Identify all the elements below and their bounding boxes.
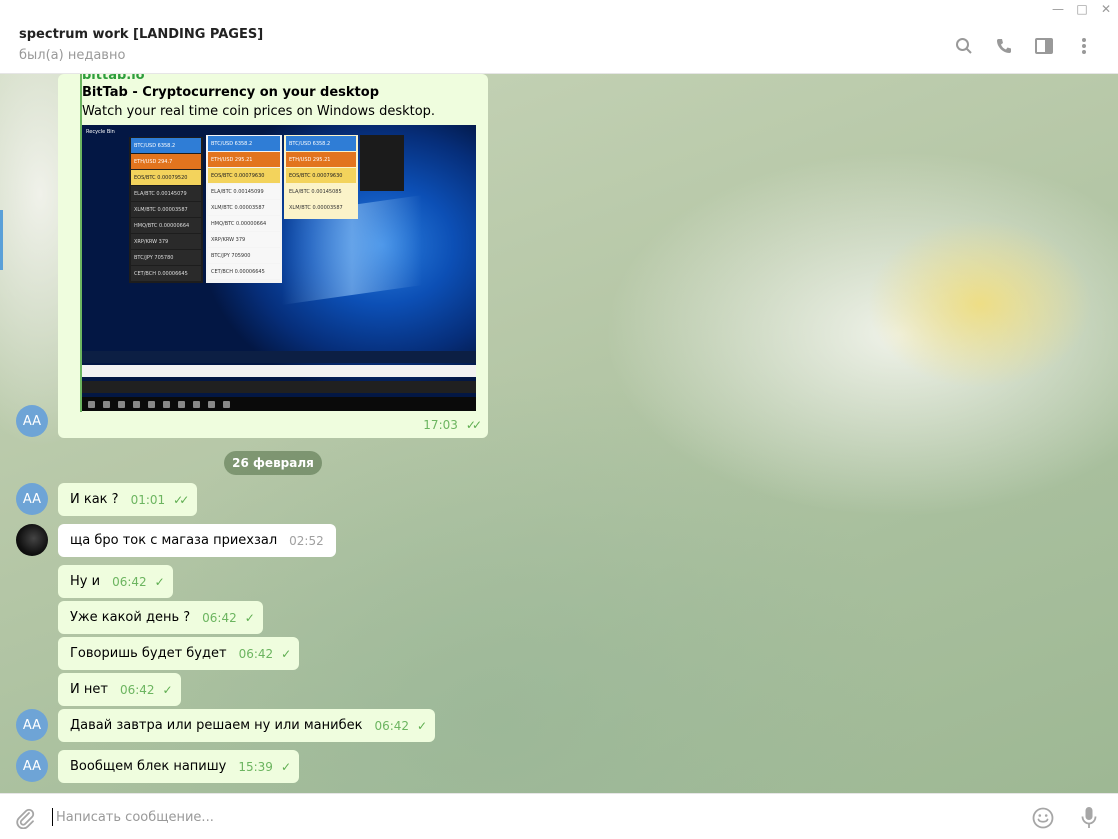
message-time: 02:52 bbox=[289, 533, 324, 548]
preview-ticker-row: XLM/BTC 0.00003587 bbox=[131, 202, 201, 217]
avatar[interactable]: AA bbox=[16, 709, 48, 741]
preview-ticker-row: HMQ/BTC 0.00000664 bbox=[208, 216, 280, 231]
close-icon[interactable]: ✕ bbox=[1094, 0, 1118, 18]
date-separator: 26 февраля bbox=[224, 451, 322, 475]
preview-ticker-row: BTC/USD 6358.2 bbox=[286, 136, 356, 151]
chat-history[interactable]: bittab.io BitTab - Cryptocurrency on you… bbox=[0, 74, 1118, 793]
preview-ticker-2 bbox=[82, 365, 476, 377]
message-time: 06:42 ✓ bbox=[238, 646, 292, 661]
message-bubble[interactable]: Говоришь будет будет 06:42 ✓ bbox=[58, 637, 300, 670]
preview-ticker-row: BTC/USD 6358.2 bbox=[131, 138, 201, 153]
preview-ticker-row: XRP/KRW 379 bbox=[208, 232, 280, 247]
preview-panel-1: BTC/USD 6358.2 ETH/USD 294.7 EOS/BTC 0.000… bbox=[129, 137, 203, 283]
preview-ticker-row: EOS/BTC 0.00079630 bbox=[286, 168, 356, 183]
preview-ticker-row: HMQ/BTC 0.00000664 bbox=[131, 218, 201, 233]
minimize-icon[interactable]: — bbox=[1046, 0, 1070, 18]
preview-ticker-row: ELA/BTC 0.00145079 bbox=[131, 186, 201, 201]
message-bubble[interactable]: ща бро ток с магаза приехзал 02:52 bbox=[58, 524, 336, 557]
header-actions bbox=[944, 34, 1104, 58]
preview-ticker-row: ETH/USD 295.21 bbox=[208, 152, 280, 167]
message-time: 01:01 ✓✓ bbox=[130, 492, 190, 507]
double-check-icon: ✓✓ bbox=[173, 492, 189, 507]
preview-ticker-row: EOS/BTC 0.00079520 bbox=[131, 170, 201, 185]
preview-ticker-row: BTC/JPY 705900 bbox=[208, 248, 280, 263]
check-icon: ✓ bbox=[280, 759, 291, 774]
avatar[interactable]: AA bbox=[16, 750, 48, 782]
emoji-icon[interactable] bbox=[1030, 805, 1056, 831]
avatar[interactable]: AA bbox=[16, 405, 48, 437]
check-icon: ✓ bbox=[281, 646, 291, 661]
preview-taskbar bbox=[82, 397, 476, 411]
sidebar-toggle-icon[interactable] bbox=[1024, 34, 1064, 58]
check-icon: ✓ bbox=[417, 718, 427, 733]
message-text: Давай завтра или решаем ну или манибек bbox=[70, 718, 363, 733]
phone-icon[interactable] bbox=[984, 34, 1024, 58]
preview-panel-4 bbox=[360, 135, 404, 191]
recycle-bin-label: Recycle Bin bbox=[86, 129, 115, 135]
message-time: 06:42 ✓ bbox=[202, 610, 255, 625]
chat-title[interactable]: spectrum work [LANDING PAGES] bbox=[19, 27, 263, 42]
message-time: 15:39 ✓ bbox=[238, 759, 291, 774]
check-icon: ✓ bbox=[244, 610, 255, 625]
window-controls: — □ ✕ bbox=[1046, 0, 1118, 18]
message-text: И нет bbox=[70, 682, 108, 697]
message-text: Вообщем блек напишу bbox=[70, 759, 227, 774]
preview-ticker-row: BTC/USD 6358.2 bbox=[208, 136, 280, 151]
preview-ticker-row: XLM/BTC 0.00003587 bbox=[208, 200, 280, 215]
preview-ticker-row: ELA/BTC 0.00145085 bbox=[286, 184, 356, 199]
message-bubble[interactable]: Давай завтра или решаем ну или манибек 0… bbox=[58, 709, 436, 742]
double-check-icon: ✓✓ bbox=[465, 418, 482, 432]
preview-ticker-3 bbox=[82, 381, 476, 393]
preview-ticker-row: XLM/BTC 0.00003587 bbox=[286, 200, 356, 215]
message-bubble[interactable]: Вообщем блек напишу 15:39 ✓ bbox=[58, 750, 299, 783]
check-icon: ✓ bbox=[162, 682, 173, 697]
message-text: Уже какой день ? bbox=[70, 610, 191, 625]
link-preview-message[interactable]: bittab.io BitTab - Cryptocurrency on you… bbox=[58, 74, 488, 438]
contact-avatar[interactable] bbox=[16, 524, 48, 556]
message-bubble[interactable]: И как ? 01:01 ✓✓ bbox=[58, 483, 198, 516]
message-time: 17:03 ✓✓ bbox=[423, 418, 482, 432]
preview-ticker-row: XRP/KRW 379 bbox=[131, 234, 201, 249]
preview-panel-3: BTC/USD 6358.2 ETH/USD 295.21 EOS/BTC 0.00… bbox=[284, 135, 358, 219]
preview-ticker-row: ELA/BTC 0.00145099 bbox=[208, 184, 280, 199]
preview-ticker-row: BTC/JPY 705780 bbox=[131, 250, 201, 265]
maximize-icon[interactable]: □ bbox=[1070, 0, 1094, 18]
avatar[interactable]: AA bbox=[16, 483, 48, 515]
preview-ticker-1 bbox=[82, 351, 476, 363]
paperclip-icon[interactable] bbox=[12, 805, 38, 831]
preview-ticker-row: ETH/USD 295.21 bbox=[286, 152, 356, 167]
left-accent-strip bbox=[0, 210, 3, 270]
preview-ticker-row: ETH/USD 294.7 bbox=[131, 154, 201, 169]
message-text: ща бро ток с магаза приехзал bbox=[70, 533, 278, 548]
link-description: Watch your real time coin prices on Wind… bbox=[82, 104, 436, 119]
message-input[interactable] bbox=[52, 808, 952, 826]
preview-ticker-row: CET/BCH 0.00006645 bbox=[131, 266, 201, 281]
message-compose-bar bbox=[0, 793, 1118, 839]
preview-ticker-row: EOS/BTC 0.00079630 bbox=[208, 168, 280, 183]
message-text: Говоришь будет будет bbox=[70, 646, 227, 661]
chat-header: spectrum work [LANDING PAGES] был(а) нед… bbox=[0, 0, 1118, 74]
link-site[interactable]: bittab.io bbox=[82, 74, 145, 83]
message-time: 06:42 ✓ bbox=[119, 682, 173, 697]
preview-ticker-row: CET/BCH 0.00006645 bbox=[208, 264, 280, 279]
microphone-icon[interactable] bbox=[1076, 805, 1102, 831]
message-text: Ну и bbox=[70, 574, 101, 589]
check-icon: ✓ bbox=[154, 574, 165, 589]
message-text: И как ? bbox=[70, 492, 119, 507]
preview-panel-2: BTC/USD 6358.2 ETH/USD 295.21 EOS/BTC 0.00… bbox=[206, 135, 282, 283]
more-vertical-icon[interactable] bbox=[1064, 34, 1104, 58]
message-time: 06:42 ✓ bbox=[374, 718, 427, 733]
message-bubble[interactable]: Уже какой день ? 06:42 ✓ bbox=[58, 601, 263, 634]
link-title: BitTab - Cryptocurrency on your desktop bbox=[82, 85, 380, 100]
message-bubble[interactable]: Ну и 06:42 ✓ bbox=[58, 565, 173, 598]
link-preview-image[interactable]: Recycle Bin BTC/USD 6358.2 ETH/USD 294.7 E… bbox=[82, 125, 476, 411]
message-time: 06:42 ✓ bbox=[112, 574, 165, 589]
message-bubble[interactable]: И нет 06:42 ✓ bbox=[58, 673, 181, 706]
search-icon[interactable] bbox=[944, 34, 984, 58]
chat-status: был(а) недавно bbox=[19, 48, 126, 63]
